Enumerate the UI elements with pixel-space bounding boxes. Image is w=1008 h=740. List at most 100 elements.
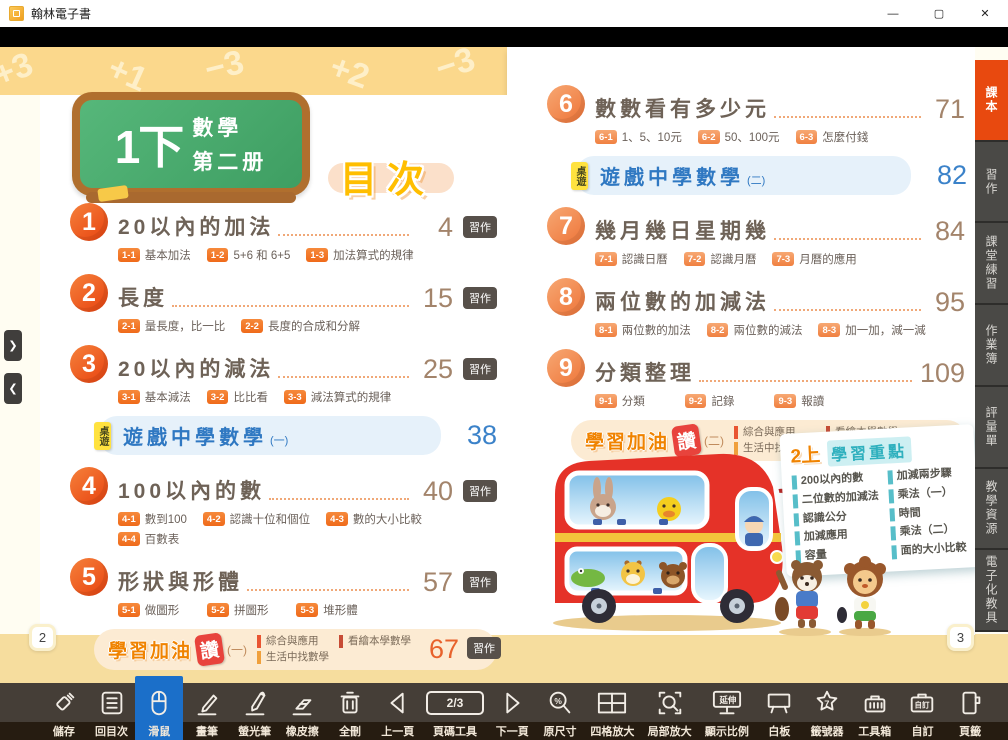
chapter-page-number[interactable]: 109 xyxy=(920,360,965,387)
learning-boost-row[interactable]: 學習加油 讚 (一) 綜合與應用 看繪本學數學 生活中找數學 67 習作 xyxy=(94,629,497,670)
sidebar-tab-workbook[interactable]: 習作 xyxy=(975,142,1008,224)
sub-section[interactable]: 2-1量長度，比一比 xyxy=(118,318,225,334)
toolbox-button[interactable]: 工具箱 xyxy=(851,683,899,740)
back-to-toc-button[interactable]: 回目次 xyxy=(88,683,136,740)
sidebar-tab-digital-tools[interactable]: 電子化教具 xyxy=(975,550,1008,632)
dotted-leader xyxy=(278,376,409,378)
sidebar-tab-class-practice[interactable]: 課堂練習 xyxy=(975,223,1008,305)
chapter-title[interactable]: 20以內的加法 xyxy=(118,211,274,241)
sub-section[interactable]: 4-3數的大小比較 xyxy=(326,511,422,527)
board-game-page-number[interactable]: 38 xyxy=(453,422,497,449)
chapter-title[interactable]: 長度 xyxy=(118,282,168,312)
chapter-title[interactable]: 分類整理 xyxy=(595,357,695,387)
sub-section[interactable]: 4-4百數表 xyxy=(118,531,179,547)
board-game-row[interactable]: 桌遊 遊戲中學數學 (二) 82 xyxy=(571,156,967,195)
chapter-page-number[interactable]: 84 xyxy=(929,218,965,245)
sub-section[interactable]: 9-1分類 xyxy=(595,393,645,409)
workbook-badge[interactable]: 習作 xyxy=(463,287,497,309)
sub-section[interactable]: 3-3減法算式的規律 xyxy=(284,389,391,405)
sub-section[interactable]: 5-1做圖形 xyxy=(118,602,179,618)
workbook-badge[interactable]: 習作 xyxy=(463,571,497,593)
chapter-page-number[interactable]: 15 xyxy=(417,285,453,312)
left-page-number-bubble[interactable]: 2 xyxy=(29,624,56,651)
chapter-page-number[interactable]: 95 xyxy=(929,289,965,316)
next-page-button[interactable]: 下一頁 xyxy=(488,683,536,740)
display-ratio-button[interactable]: 延伸 顯示比例 xyxy=(698,683,755,740)
chapter-title[interactable]: 數數看有多少元 xyxy=(595,93,770,123)
workbook-badge[interactable]: 習作 xyxy=(463,480,497,502)
sub-section[interactable]: 3-1基本減法 xyxy=(118,389,191,405)
number-picker-button[interactable]: 7 籤號器 xyxy=(803,683,851,740)
sub-code-badge: 5-2 xyxy=(207,603,229,617)
sidebar-tab-textbook[interactable]: 課本 xyxy=(975,60,1008,142)
sub-section[interactable]: 8-1兩位數的加法 xyxy=(595,322,691,338)
right-page-number-bubble[interactable]: 3 xyxy=(947,624,974,651)
board-game-row[interactable]: 桌遊 遊戲中學數學 (一) 38 xyxy=(94,416,497,455)
sub-label: 加一加，減一減 xyxy=(845,322,926,338)
sub-section[interactable]: 7-1認識日曆 xyxy=(595,251,668,267)
chapter-title[interactable]: 100以內的數 xyxy=(118,475,265,505)
board-game-page-number[interactable]: 82 xyxy=(923,162,967,189)
sub-section[interactable]: 1-25+6 和 6+5 xyxy=(207,247,291,263)
chapter-page-number[interactable]: 25 xyxy=(417,356,453,383)
sidebar-tab-homework[interactable]: 作業簿 xyxy=(975,305,1008,387)
eraser-tool-button[interactable]: 橡皮擦 xyxy=(279,683,327,740)
sub-code-badge: 7-1 xyxy=(595,252,617,266)
four-grid-zoom-button[interactable]: 四格放大 xyxy=(584,683,641,740)
chapter-page-number[interactable]: 4 xyxy=(417,214,453,241)
sub-section[interactable]: 5-2拼圖形 xyxy=(207,602,268,618)
sub-section[interactable]: 7-3月曆的應用 xyxy=(772,251,856,267)
page-indicator[interactable]: 2/3 xyxy=(426,691,484,715)
dotted-leader xyxy=(774,238,921,240)
sidebar-tab-assessment[interactable]: 評量單 xyxy=(975,387,1008,469)
sub-section[interactable]: 5-3堆形體 xyxy=(296,602,357,618)
maximize-button[interactable]: ▢ xyxy=(916,0,962,27)
chapter-title[interactable]: 兩位數的加減法 xyxy=(595,286,770,316)
chapter-row: 4 100以內的數 40 習作 4-1數到100 4-2認識十位和個位 4-3數… xyxy=(70,467,497,547)
panel-close-toggle[interactable]: ❮ xyxy=(4,373,22,404)
sidebar-tab-teaching-resources[interactable]: 教學資源 xyxy=(975,469,1008,551)
sub-section[interactable]: 6-250、100元 xyxy=(698,129,780,145)
chapter-title[interactable]: 幾月幾日星期幾 xyxy=(595,215,770,245)
sub-section[interactable]: 4-2認識十位和個位 xyxy=(203,511,310,527)
page-tab-button[interactable]: 頁籤 xyxy=(946,683,994,740)
pen-tool-button[interactable]: 畫筆 xyxy=(183,683,231,740)
sub-section[interactable]: 6-11、5、10元 xyxy=(595,129,682,145)
mouse-tool-button[interactable]: 滑鼠 xyxy=(135,676,183,740)
chapter-title[interactable]: 形狀與形體 xyxy=(118,566,243,596)
sub-label: 基本加法 xyxy=(145,247,191,263)
custom-button[interactable]: 自訂 自訂 xyxy=(899,683,947,740)
custom-case-icon: 自訂 xyxy=(907,686,937,720)
save-button[interactable]: 儲存 xyxy=(40,683,88,740)
sub-section[interactable]: 1-1基本加法 xyxy=(118,247,191,263)
workbook-badge[interactable]: 習作 xyxy=(467,637,501,659)
usb-save-icon xyxy=(49,686,79,720)
chapter-page-number[interactable]: 57 xyxy=(417,569,453,596)
chapter-title[interactable]: 20以內的減法 xyxy=(118,353,274,383)
sub-section[interactable]: 8-3加一加，減一減 xyxy=(818,322,925,338)
boost-page-number[interactable]: 67 xyxy=(417,636,459,663)
original-size-button[interactable]: % 原尺寸 xyxy=(536,683,584,740)
sub-section[interactable]: 9-2記錄 xyxy=(685,393,735,409)
sub-section[interactable]: 2-2長度的合成和分解 xyxy=(241,318,360,334)
sub-section[interactable]: 3-2比比看 xyxy=(207,389,268,405)
sub-section[interactable]: 8-2兩位數的減法 xyxy=(707,322,803,338)
whiteboard-button[interactable]: 白板 xyxy=(756,683,804,740)
workbook-badge[interactable]: 習作 xyxy=(463,358,497,380)
chapter-page-number[interactable]: 71 xyxy=(929,96,965,123)
page-number-tool[interactable]: 2/3 頁碼工具 xyxy=(422,683,489,740)
minimize-button[interactable]: — xyxy=(870,0,916,27)
panel-open-toggle[interactable]: ❯ xyxy=(4,330,22,361)
sub-section[interactable]: 6-3怎麼付錢 xyxy=(796,129,869,145)
highlighter-tool-button[interactable]: 螢光筆 xyxy=(231,683,279,740)
close-button[interactable]: ✕ xyxy=(962,0,1008,27)
sub-section[interactable]: 1-3加法算式的規律 xyxy=(306,247,413,263)
region-zoom-button[interactable]: 局部放大 xyxy=(641,683,698,740)
chapter-page-number[interactable]: 40 xyxy=(417,478,453,505)
sub-section[interactable]: 7-2認識月曆 xyxy=(684,251,757,267)
workbook-badge[interactable]: 習作 xyxy=(463,216,497,238)
sub-section[interactable]: 4-1數到100 xyxy=(118,511,187,527)
previous-page-button[interactable]: 上一頁 xyxy=(374,683,422,740)
delete-all-button[interactable]: 全刪 xyxy=(326,683,374,740)
sub-section[interactable]: 9-3報讀 xyxy=(774,393,824,409)
